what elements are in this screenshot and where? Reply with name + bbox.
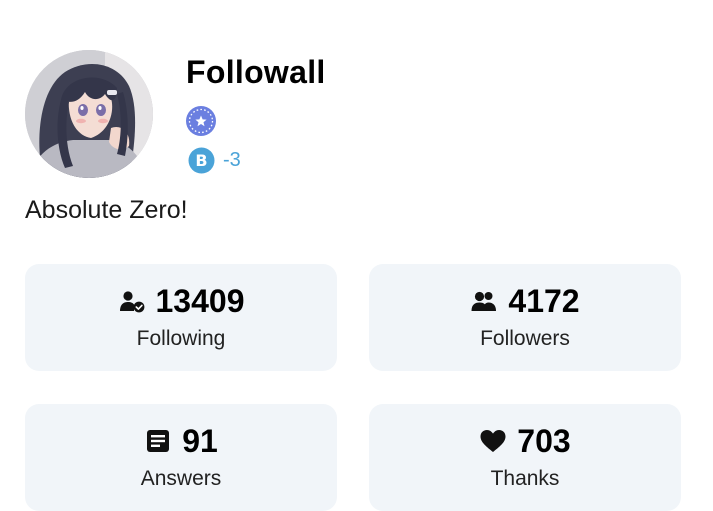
answers-count: 91 xyxy=(182,423,218,459)
user-check-icon xyxy=(119,291,144,313)
answers-label: Answers xyxy=(140,467,222,490)
document-lines-icon xyxy=(147,430,170,452)
followers-count: 4172 xyxy=(508,283,580,319)
heart-icon xyxy=(480,430,506,452)
followers-card[interactable]: 4172 Followers xyxy=(369,264,681,371)
rank-star-badge-icon[interactable] xyxy=(185,105,217,137)
thanks-card[interactable]: 703 Thanks xyxy=(369,404,681,511)
answers-card[interactable]: 91 Answers xyxy=(25,404,337,511)
points-b-icon: B xyxy=(188,147,215,174)
thanks-label: Thanks xyxy=(490,467,560,490)
following-count: 13409 xyxy=(155,283,245,319)
following-card[interactable]: 13409 Following xyxy=(25,264,337,371)
followers-label: Followers xyxy=(480,327,570,350)
avatar-image xyxy=(25,50,153,178)
svg-text:B: B xyxy=(195,151,207,170)
thanks-count: 703 xyxy=(517,423,571,459)
points-row: B -3 xyxy=(188,147,241,174)
users-icon xyxy=(471,291,497,311)
username: Followall xyxy=(186,54,326,90)
points-value: -3 xyxy=(223,149,241,171)
following-label: Following xyxy=(136,327,226,350)
avatar[interactable] xyxy=(25,50,153,178)
profile-bio: Absolute Zero! xyxy=(25,196,188,224)
